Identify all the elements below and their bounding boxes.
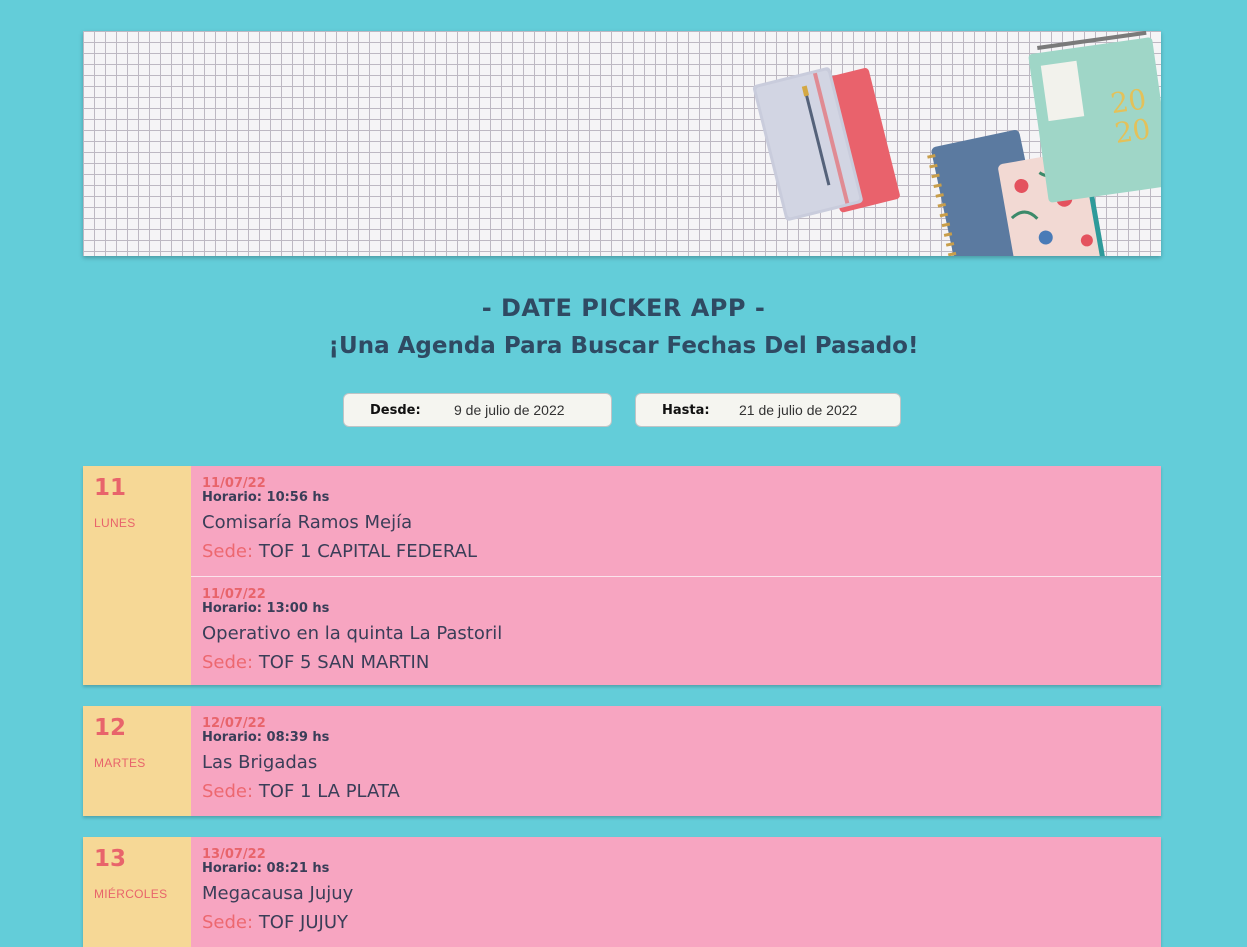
event-time: Horario: 08:39 hs [202,730,330,745]
day-events: 11/07/22 Horario: 10:56 hs Comisaría Ram… [191,466,1161,685]
sede-value: TOF 1 CAPITAL FEDERAL [258,541,478,562]
notebooks-illustration: 20 20 [752,31,1161,256]
day-header: 11 LUNES [83,466,191,685]
event-date: 11/07/22 [202,476,266,491]
day-name: LUNES [94,516,136,530]
sede-label: Sede: [202,912,254,933]
date-from-field[interactable]: Desde: 9 de julio de 2022 [343,393,612,427]
event-item: 12/07/22 Horario: 08:39 hs Las Brigadas … [191,706,1161,816]
sede-value: TOF JUJUY [258,912,349,933]
event-date: 12/07/22 [202,716,266,731]
sede-label: Sede: [202,781,254,802]
date-from-value[interactable]: 9 de julio de 2022 [454,402,565,418]
day-card: 13 MIÉRCOLES 13/07/22 Horario: 08:21 hs … [83,837,1161,947]
day-number: 13 [94,846,127,872]
date-from-label: Desde: [370,402,421,418]
event-sede: Sede: TOF 1 CAPITAL FEDERAL [202,542,1161,562]
event-title: Operativo en la quinta La Pastoril [202,623,503,644]
event-sede: Sede: TOF 5 SAN MARTIN [202,653,1161,673]
date-to-field[interactable]: Hasta: 21 de julio de 2022 [635,393,901,427]
event-item: 11/07/22 Horario: 10:56 hs Comisaría Ram… [191,466,1161,576]
event-time: Horario: 08:21 hs [202,861,330,876]
page-subtitle: ¡Una Agenda Para Buscar Fechas Del Pasad… [328,333,919,359]
sede-value: TOF 1 LA PLATA [258,781,400,802]
sede-label: Sede: [202,652,254,673]
day-card: 11 LUNES 11/07/22 Horario: 10:56 hs Comi… [83,466,1161,685]
event-date: 11/07/22 [202,587,266,602]
day-card: 12 MARTES 12/07/22 Horario: 08:39 hs Las… [83,706,1161,816]
day-header: 12 MARTES [83,706,191,816]
day-name: MARTES [94,756,146,770]
event-date: 13/07/22 [202,847,266,862]
day-header: 13 MIÉRCOLES [83,837,191,947]
day-number: 12 [94,715,127,741]
day-name: MIÉRCOLES [94,887,168,901]
sede-value: TOF 5 SAN MARTIN [258,652,430,673]
event-item: 13/07/22 Horario: 08:21 hs Megacausa Juj… [191,837,1161,947]
event-title: Comisaría Ramos Mejía [202,512,413,533]
page-title: - DATE PICKER APP - [481,294,766,322]
event-title: Megacausa Jujuy [202,883,354,904]
banner-image: 20 20 [83,31,1161,256]
day-number: 11 [94,475,127,501]
event-sede: Sede: TOF JUJUY [202,913,1161,933]
event-time: Horario: 13:00 hs [202,601,330,616]
svg-text:20: 20 [1113,112,1153,150]
event-title: Las Brigadas [202,752,318,773]
event-item: 11/07/22 Horario: 13:00 hs Operativo en … [191,576,1161,685]
date-to-label: Hasta: [662,402,710,418]
event-sede: Sede: TOF 1 LA PLATA [202,782,1161,802]
day-events: 13/07/22 Horario: 08:21 hs Megacausa Juj… [191,837,1161,947]
date-to-value[interactable]: 21 de julio de 2022 [739,402,857,418]
day-events: 12/07/22 Horario: 08:39 hs Las Brigadas … [191,706,1161,816]
event-time: Horario: 10:56 hs [202,490,330,505]
sede-label: Sede: [202,541,254,562]
